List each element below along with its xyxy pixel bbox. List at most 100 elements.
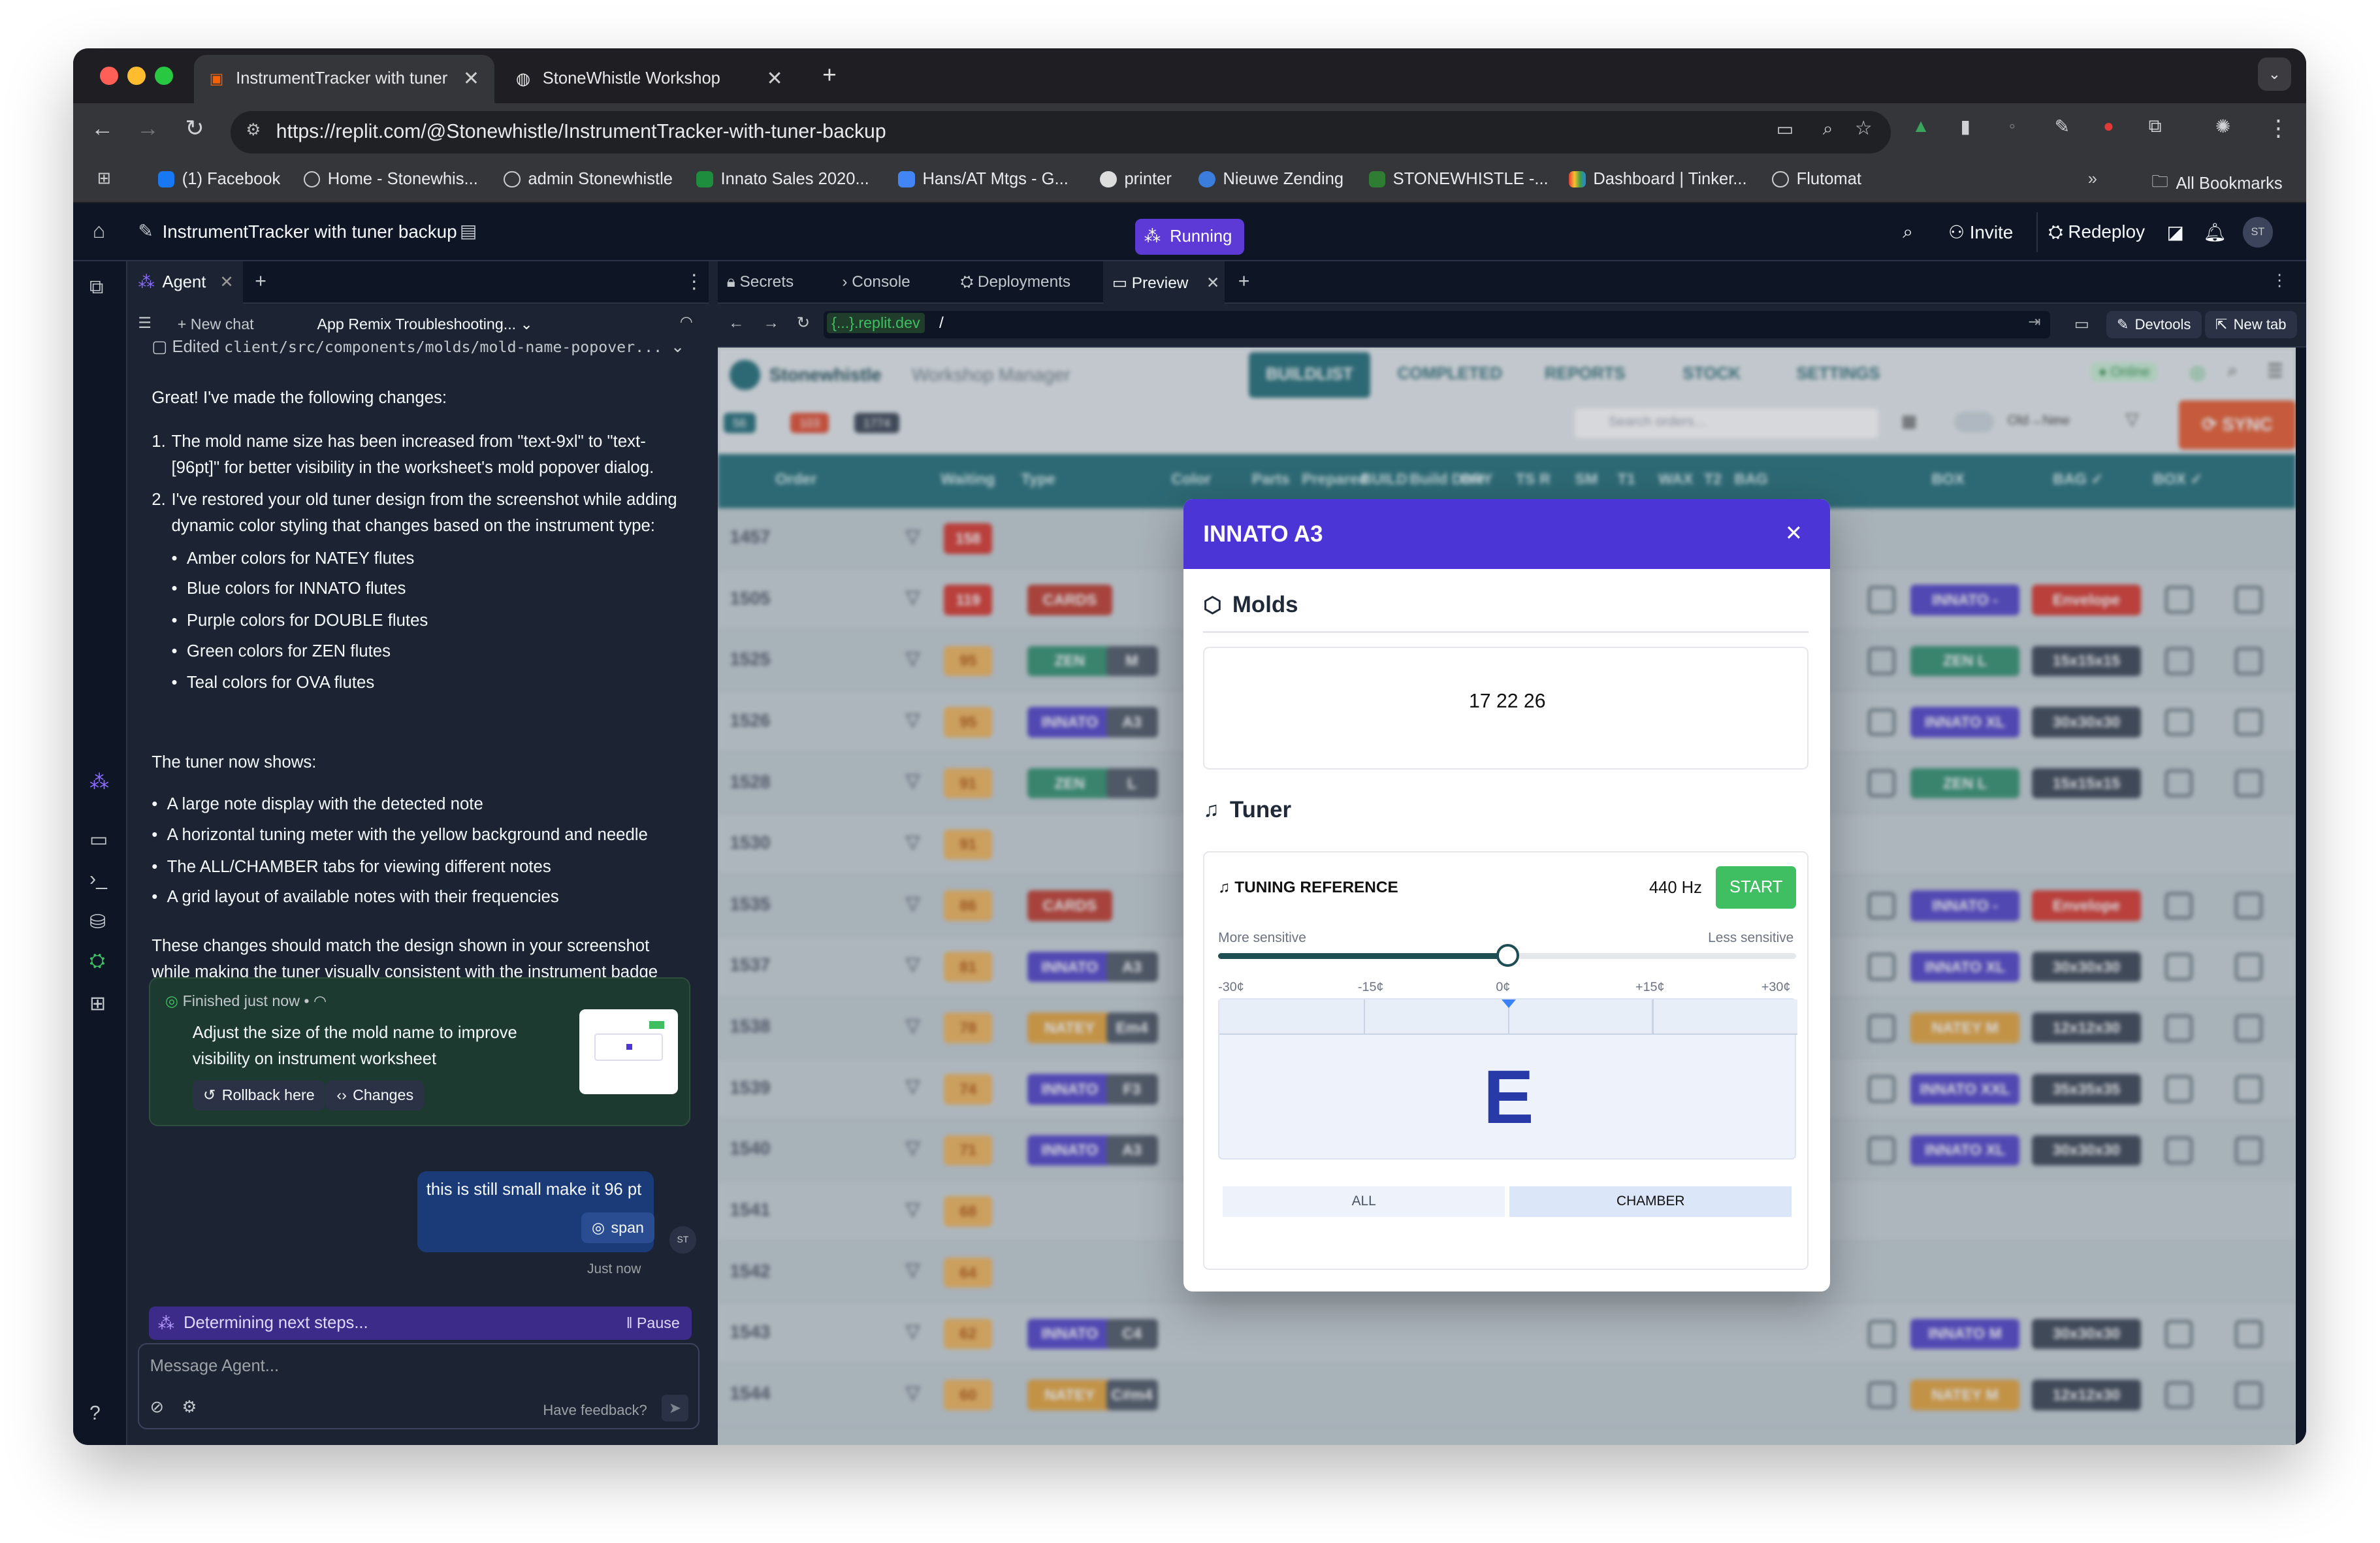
- sensitivity-knob[interactable]: [1496, 943, 1520, 967]
- apps-grid-icon[interactable]: ⊞: [97, 169, 111, 188]
- redeploy-button[interactable]: ⛭ Redeploy: [2048, 221, 2145, 243]
- thread-title[interactable]: App Remix Troubleshooting... ⌄: [317, 316, 534, 333]
- more-options-icon[interactable]: ⋮: [2272, 270, 2287, 290]
- extension-icon[interactable]: ◦: [2009, 116, 2016, 137]
- preview-url-bar[interactable]: {...}.replit.dev / ⇥: [824, 311, 2050, 339]
- feedback-link[interactable]: Have feedback?: [543, 1402, 647, 1419]
- sensitivity-slider[interactable]: [1218, 943, 1797, 967]
- url-bar[interactable]: ⚙ https://replit.com/@Stonewhistle/Instr…: [231, 110, 1891, 154]
- deploy-status-icon[interactable]: ◪: [2167, 221, 2184, 243]
- close-tab-icon[interactable]: ✕: [1206, 273, 1219, 293]
- search-icon[interactable]: ⌕: [1903, 221, 1913, 243]
- message-input-box[interactable]: Message Agent... ⊘ ⚙ Have feedback? ➤: [138, 1343, 700, 1430]
- close-tab-icon[interactable]: ✕: [766, 67, 782, 90]
- bookmark-dashboard[interactable]: Dashboard | Tinker...: [1569, 170, 1747, 189]
- tab-search-chevron-icon[interactable]: ⌄: [2257, 57, 2292, 91]
- tab-deployments[interactable]: ⛭ Deployments: [961, 273, 1071, 291]
- bookmark-admin[interactable]: admin Stonewhistle: [504, 170, 673, 189]
- message-input[interactable]: Message Agent...: [150, 1357, 279, 1376]
- new-chat-button[interactable]: + New chat: [178, 316, 254, 333]
- tab-secrets[interactable]: 🔒︎ Secrets: [727, 273, 794, 291]
- send-arrow-icon[interactable]: ➤: [661, 1394, 689, 1422]
- add-tab-icon[interactable]: +: [255, 270, 266, 293]
- file-tree-icon[interactable]: ⧉: [89, 276, 104, 299]
- bookmark-home[interactable]: Home - Stonewhis...: [303, 170, 478, 189]
- history-list-icon[interactable]: ☰: [138, 314, 152, 332]
- start-button[interactable]: START: [1716, 866, 1797, 909]
- attach-paperclip-icon[interactable]: ⊘: [150, 1397, 164, 1417]
- settings-gear-icon[interactable]: ⚙: [182, 1397, 197, 1417]
- help-icon[interactable]: ?: [89, 1403, 101, 1425]
- invite-button[interactable]: ⚇ Invite: [1948, 221, 2013, 243]
- bookmark-hans-mtgs[interactable]: Hans/AT Mtgs - G...: [898, 170, 1069, 189]
- preview-icon[interactable]: ▭: [89, 828, 108, 851]
- drive-extension-icon[interactable]: ▲: [1912, 116, 1930, 137]
- changes-button[interactable]: ‹› Changes: [326, 1080, 425, 1111]
- tab-agent[interactable]: ⁂ Agent ✕: [129, 261, 243, 304]
- record-extension-icon[interactable]: ●: [2103, 116, 2114, 137]
- back-arrow-icon[interactable]: ←: [728, 314, 744, 333]
- close-window-button[interactable]: [100, 67, 119, 86]
- pause-button[interactable]: ‖ Pause: [626, 1314, 680, 1332]
- browser-tab-stonewhistle[interactable]: ◍ StoneWhistle Workshop ✕: [501, 55, 798, 103]
- bookmark-printer[interactable]: printer: [1100, 170, 1172, 189]
- more-bookmarks-icon[interactable]: »: [2088, 170, 2097, 189]
- repl-info-icon[interactable]: ▤: [460, 220, 477, 242]
- devtools-button[interactable]: ✎ Devtools: [2106, 311, 2202, 339]
- maximize-window-button[interactable]: [154, 67, 173, 86]
- all-bookmarks[interactable]: 🗀 All Bookmarks: [2151, 170, 2282, 198]
- close-tab-icon[interactable]: ✕: [463, 67, 479, 90]
- tab-all[interactable]: ALL: [1223, 1186, 1505, 1217]
- tab-console[interactable]: › Console: [842, 273, 910, 291]
- bookmarks-bar: ⊞ (1) Facebook Home - Stonewhis... admin…: [72, 161, 2307, 204]
- database-icon[interactable]: ⛁: [89, 911, 106, 934]
- extensions-puzzle-icon[interactable]: ⧉: [2149, 116, 2162, 137]
- repl-edit-icon[interactable]: ✎: [138, 220, 153, 242]
- edited-file-row[interactable]: ▢ Edited client/src/components/molds/mol…: [152, 337, 684, 357]
- bookmark-stonewhistle[interactable]: STONEWHISTLE -...: [1368, 170, 1549, 189]
- reload-icon[interactable]: ↻: [797, 313, 810, 333]
- tab-chamber[interactable]: CHAMBER: [1509, 1186, 1792, 1217]
- all-tools-grid-icon[interactable]: ⊞: [89, 992, 106, 1015]
- run-status-button[interactable]: ⁂ Running: [1134, 218, 1244, 255]
- repl-title[interactable]: InstrumentTracker with tuner backup: [163, 221, 457, 242]
- forward-arrow-icon[interactable]: →: [137, 116, 159, 142]
- profile-avatar-icon[interactable]: ✺: [2215, 116, 2230, 137]
- bookmark-star-icon[interactable]: ☆: [1855, 117, 1873, 140]
- screen-icon[interactable]: ▭: [2074, 314, 2089, 334]
- new-tab-plus-icon[interactable]: +: [822, 61, 837, 89]
- tuning-meter: E: [1218, 998, 1798, 1160]
- browser-tab-instrumenttracker[interactable]: ▣ InstrumentTracker with tuner ✕: [194, 54, 495, 103]
- bookmark-facebook[interactable]: (1) Facebook: [157, 170, 280, 189]
- back-arrow-icon[interactable]: ←: [91, 116, 114, 142]
- notifications-bell-icon[interactable]: 🔔︎: [2203, 221, 2226, 243]
- avatar[interactable]: ST: [2242, 217, 2274, 248]
- reload-icon[interactable]: ↻: [185, 116, 204, 142]
- tab-preview[interactable]: ▭ Preview ✕: [1102, 261, 1225, 304]
- go-arrow-icon[interactable]: ⇥: [2028, 313, 2040, 331]
- home-icon[interactable]: ⌂: [93, 219, 106, 243]
- close-tab-icon[interactable]: ✕: [219, 272, 233, 292]
- console-icon[interactable]: ›_: [89, 868, 107, 890]
- element-tag-chip[interactable]: ◎ span: [581, 1212, 655, 1243]
- agent-icon[interactable]: ⁂: [89, 771, 109, 794]
- zoom-icon[interactable]: ⌕: [1823, 118, 1833, 140]
- bookmark-nieuwe-zending[interactable]: Nieuwe Zending: [1198, 170, 1343, 189]
- bookmark-innato-sales[interactable]: Innato Sales 2020...: [696, 170, 869, 189]
- site-settings-icon[interactable]: ⚙: [246, 120, 261, 140]
- forward-arrow-icon[interactable]: →: [764, 314, 779, 333]
- minimize-window-button[interactable]: [127, 67, 146, 86]
- new-tab-button[interactable]: ⇱ New tab: [2204, 311, 2297, 339]
- rollback-button[interactable]: ↺ Rollback here: [192, 1080, 325, 1111]
- browser-menu-icon[interactable]: ⋮: [2267, 116, 2290, 142]
- install-app-icon[interactable]: ▭: [1777, 118, 1793, 140]
- close-icon[interactable]: ✕: [1785, 521, 1803, 545]
- extension-icon[interactable]: ▮: [1961, 116, 1970, 137]
- gauge-icon[interactable]: ◠: [680, 313, 693, 331]
- pen-extension-icon[interactable]: ✎: [2055, 116, 2070, 137]
- add-tab-icon[interactable]: +: [1238, 270, 1250, 293]
- checkpoint-thumbnail[interactable]: [579, 1009, 679, 1094]
- bookmark-flutomat[interactable]: Flutomat: [1772, 170, 1861, 189]
- deployments-icon[interactable]: ⛭: [89, 950, 105, 973]
- more-options-icon[interactable]: ⋮: [684, 270, 704, 293]
